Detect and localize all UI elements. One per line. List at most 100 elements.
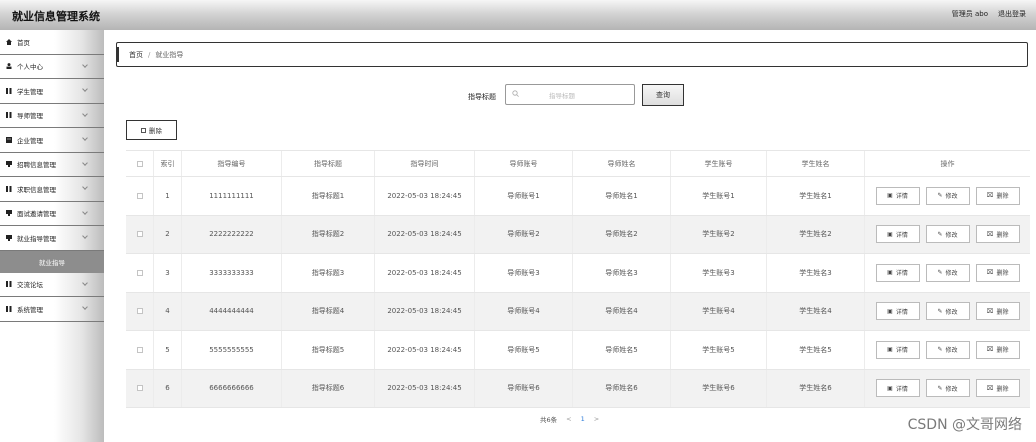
edit-icon: ✎: [937, 230, 943, 238]
logout-link[interactable]: 退出登录: [998, 9, 1026, 19]
pagination-prev[interactable]: <: [566, 415, 571, 423]
cell-student-account: 学生账号4: [671, 292, 767, 330]
row-checkbox[interactable]: [136, 231, 143, 238]
sidebar-item-interview-management[interactable]: 面试邀请管理: [0, 202, 104, 226]
delete-button[interactable]: ⌧ 删除: [975, 340, 1020, 359]
table-row: 1 1111111111 指导标题1 2022-05-03 18:24:45 导师账号1…: [126, 177, 1030, 216]
sidebar-item-label: 交流论坛: [17, 281, 43, 290]
batch-delete-label: 删除: [149, 127, 162, 135]
doc-icon: [6, 161, 12, 168]
row-checkbox[interactable]: [136, 385, 143, 392]
edit-button[interactable]: ✎ 修改: [925, 340, 970, 359]
detail-label: 详情: [895, 385, 908, 393]
chevron-down-icon: [82, 304, 88, 310]
sidebar-item-recruitment-management[interactable]: 招聘信息管理: [0, 153, 104, 177]
select-all-checkbox[interactable]: [136, 160, 143, 167]
cell-index: 5: [154, 331, 182, 369]
grid-icon: [6, 112, 12, 119]
breadcrumb-home[interactable]: 首页: [129, 50, 143, 60]
chevron-down-icon: [82, 208, 88, 215]
grid-icon: [6, 281, 12, 288]
edit-button[interactable]: ✎ 修改: [925, 263, 970, 282]
edit-label: 修改: [945, 193, 958, 201]
pagination: 共6条 < 1 >: [540, 414, 599, 424]
detail-button[interactable]: ▣ 详情: [875, 379, 920, 398]
cell-index: 1: [154, 177, 182, 215]
row-checkbox[interactable]: [136, 346, 143, 353]
delete-label: 删除: [996, 193, 1009, 201]
delete-button[interactable]: ⌧ 删除: [975, 263, 1020, 282]
sidebar-item-label: 招聘信息管理: [17, 161, 56, 170]
detail-button[interactable]: ▣ 详情: [875, 302, 920, 321]
row-select-cell: [126, 369, 154, 407]
trash-icon: ⌧: [986, 269, 994, 277]
sidebar-item-forum[interactable]: 交流论坛: [0, 273, 104, 297]
delete-button[interactable]: ⌧ 删除: [975, 225, 1020, 244]
edit-button[interactable]: ✎ 修改: [925, 302, 970, 321]
cell-student-account: 学生账号5: [671, 331, 767, 369]
search-button[interactable]: 查询: [642, 84, 684, 106]
edit-label: 修改: [945, 347, 958, 355]
row-checkbox[interactable]: [136, 269, 143, 276]
cell-title: 指导标题4: [282, 292, 375, 330]
cell-code: 3333333333: [182, 254, 282, 292]
sidebar-item-label: 个人中心: [17, 63, 43, 72]
sidebar-item-guidance-management[interactable]: 就业指导管理: [0, 226, 104, 251]
header-tutor-name: 导师姓名: [573, 151, 671, 176]
row-checkbox[interactable]: [136, 308, 143, 315]
sidebar-item-student-management[interactable]: 学生管理: [0, 79, 104, 104]
cell-code: 5555555555: [182, 331, 282, 369]
delete-label: 删除: [996, 270, 1009, 278]
cell-actions: ▣ 详情 ✎ 修改 ⌧ 删除: [865, 216, 1030, 254]
cell-title: 指导标题1: [282, 177, 375, 215]
pagination-page[interactable]: 1: [581, 415, 585, 423]
batch-delete-button[interactable]: 删除: [126, 120, 177, 140]
delete-button[interactable]: ⌧ 删除: [975, 302, 1020, 321]
cell-tutor-name: 导师姓名2: [573, 215, 671, 253]
edit-label: 修改: [945, 308, 958, 316]
trash-icon: ⌧: [986, 346, 994, 354]
detail-button[interactable]: ▣ 详情: [875, 186, 920, 205]
detail-label: 详情: [895, 193, 908, 201]
detail-button[interactable]: ▣ 详情: [875, 340, 920, 359]
sidebar-item-personal-center[interactable]: 个人中心: [0, 55, 104, 79]
chevron-down-icon: [82, 135, 88, 141]
search-icon: [512, 90, 519, 99]
cell-index: 4: [154, 292, 182, 330]
sidebar-item-home[interactable]: 首页: [0, 30, 104, 55]
sidebar-subitem-guidance[interactable]: 就业指导: [0, 250, 104, 273]
search-input[interactable]: 指导标题: [505, 84, 635, 105]
delete-button[interactable]: ⌧ 删除: [975, 186, 1020, 205]
pagination-next[interactable]: >: [594, 415, 599, 423]
cell-student-name: 学生姓名1: [767, 177, 865, 215]
row-checkbox[interactable]: [136, 192, 143, 199]
delete-button[interactable]: ⌧ 删除: [975, 379, 1020, 398]
detail-icon: ▣: [887, 384, 893, 392]
detail-icon: ▣: [887, 307, 893, 315]
delete-label: 删除: [996, 385, 1009, 393]
detail-button[interactable]: ▣ 详情: [875, 225, 920, 244]
delete-label: 删除: [996, 231, 1009, 239]
sidebar-item-system-management[interactable]: 系统管理: [0, 297, 104, 322]
sidebar-item-company-management[interactable]: 企业管理: [0, 128, 104, 153]
cell-student-name: 学生姓名6: [767, 369, 865, 407]
sidebar-item-label: 学生管理: [17, 87, 43, 96]
table-body: 1 1111111111 指导标题1 2022-05-03 18:24:45 导师账号1…: [126, 177, 1030, 408]
trash-icon: ⌧: [986, 384, 994, 392]
sidebar: 首页 个人中心 学生管理 导师管理 企业管理 招聘信息管理 求职信息管理 面试邀…: [0, 30, 104, 442]
detail-button[interactable]: ▣ 详情: [875, 263, 920, 282]
sidebar-item-label: 导师管理: [17, 112, 43, 121]
header-tutor-account: 导师账号: [475, 151, 573, 176]
edit-button[interactable]: ✎ 修改: [925, 225, 970, 244]
header-student-account: 学生账号: [671, 151, 767, 176]
cell-tutor-account: 导师账号3: [475, 254, 573, 292]
sidebar-item-jobseek-management[interactable]: 求职信息管理: [0, 177, 104, 202]
edit-button[interactable]: ✎ 修改: [925, 379, 970, 398]
cell-code: 2222222222: [182, 215, 282, 253]
chevron-down-icon: [82, 233, 88, 239]
guidance-table: 索引 指导编号 指导标题 指导时间 导师账号 导师姓名 学生账号 学生姓名 操作…: [126, 150, 1030, 408]
edit-icon: ✎: [937, 192, 943, 200]
edit-button[interactable]: ✎ 修改: [925, 186, 970, 205]
sidebar-item-tutor-management[interactable]: 导师管理: [0, 104, 104, 128]
grid-icon: [6, 305, 12, 312]
